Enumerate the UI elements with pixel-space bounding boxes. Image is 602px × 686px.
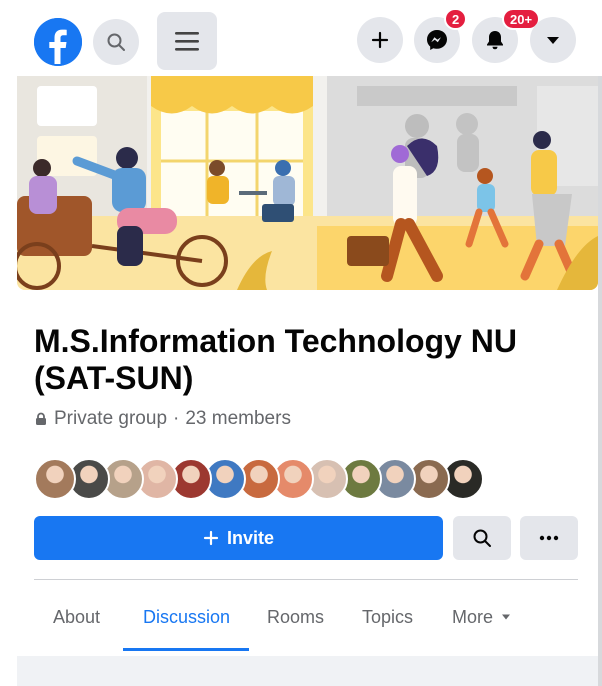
top-bar: 2 20+ bbox=[0, 0, 602, 76]
ellipsis-icon bbox=[539, 535, 559, 541]
plus-icon bbox=[203, 530, 219, 546]
tab-about-label: About bbox=[53, 606, 101, 627]
tab-discussion[interactable]: Discussion bbox=[143, 584, 230, 650]
search-button[interactable] bbox=[93, 19, 139, 65]
messenger-icon bbox=[427, 30, 447, 50]
members-count[interactable]: 23 members bbox=[185, 408, 291, 430]
member-avatar[interactable] bbox=[34, 458, 76, 500]
cover-photo[interactable] bbox=[17, 76, 598, 290]
member-avatars[interactable] bbox=[34, 458, 484, 502]
meta-separator: · bbox=[173, 408, 180, 429]
messenger-badge: 2 bbox=[444, 8, 468, 30]
cover-illustration bbox=[17, 76, 598, 290]
hamburger-menu-icon bbox=[175, 32, 199, 51]
account-button[interactable] bbox=[530, 17, 576, 63]
lock-icon bbox=[36, 412, 46, 425]
search-icon bbox=[107, 33, 125, 51]
feed-background bbox=[17, 656, 598, 686]
search-icon bbox=[473, 529, 491, 547]
tab-more-label: More bbox=[452, 606, 494, 627]
more-options-button[interactable] bbox=[520, 516, 578, 560]
tab-about[interactable]: About bbox=[53, 584, 100, 650]
scrollbar-track[interactable] bbox=[598, 76, 602, 686]
caret-down-icon bbox=[547, 37, 559, 44]
tab-rooms-label: Rooms bbox=[267, 606, 325, 627]
tab-topics-label: Topics bbox=[362, 606, 414, 627]
caret-down-icon bbox=[502, 614, 511, 620]
tab-more[interactable]: More bbox=[452, 584, 511, 650]
active-tab-indicator bbox=[123, 648, 249, 651]
bell-icon bbox=[487, 31, 503, 50]
invite-label: Invite bbox=[226, 527, 274, 548]
facebook-logo-icon[interactable] bbox=[34, 18, 82, 66]
group-name[interactable]: M.S.Information Technology NU (SAT-SUN) bbox=[34, 323, 574, 397]
plus-icon bbox=[371, 31, 389, 49]
create-button[interactable] bbox=[357, 17, 403, 63]
tab-topics[interactable]: Topics bbox=[362, 584, 413, 650]
tab-discussion-label: Discussion bbox=[143, 606, 231, 627]
tab-rooms[interactable]: Rooms bbox=[267, 584, 324, 650]
divider bbox=[34, 579, 578, 580]
group-tabs: About Discussion Rooms Topics More bbox=[34, 584, 594, 654]
menu-button[interactable] bbox=[157, 12, 217, 70]
group-meta: Private group · 23 members bbox=[34, 408, 291, 430]
search-group-button[interactable] bbox=[453, 516, 511, 560]
invite-button[interactable]: Invite bbox=[34, 516, 443, 560]
privacy-label[interactable]: Private group bbox=[54, 408, 167, 430]
